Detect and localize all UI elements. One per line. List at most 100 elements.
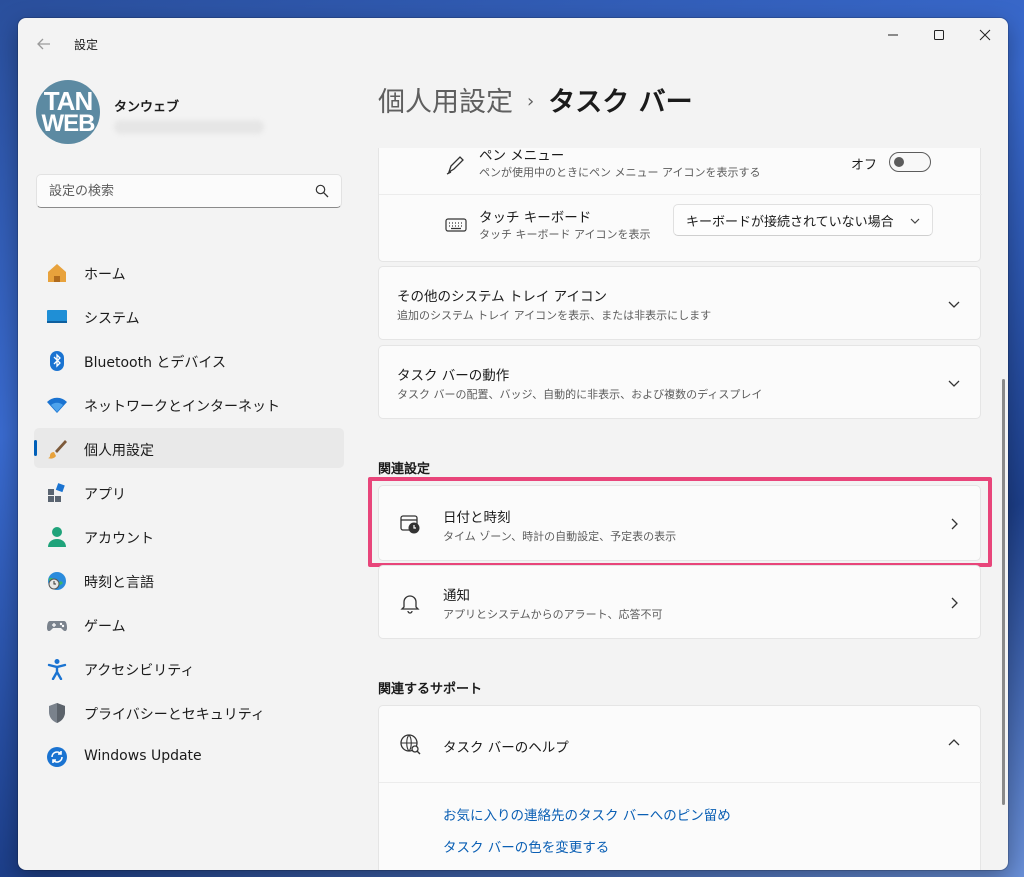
breadcrumb-parent[interactable]: 個人用設定 [378, 87, 513, 118]
close-icon [979, 29, 991, 41]
other-tray-icons-card[interactable]: その他のシステム トレイ アイコン 追加のシステム トレイ アイコンを表示、また… [378, 266, 981, 340]
main-panel: 個人用設定 › タスク バー ペン メニュー ペンが使用中のときにペン メニュー ア… [360, 66, 1008, 870]
sidebar-item-label: ゲーム [84, 619, 126, 635]
gamepad-icon [47, 621, 67, 632]
maximize-button[interactable] [916, 18, 962, 52]
pen-icon [446, 156, 464, 175]
notifications-title: 通知 [443, 588, 470, 604]
search-box[interactable] [36, 174, 342, 208]
update-icon [47, 747, 67, 767]
globe-search-icon [400, 734, 421, 755]
search-input[interactable] [37, 175, 297, 207]
date-time-desc: タイム ゾーン、時計の自動設定、予定表の表示 [443, 530, 677, 543]
avatar: TAN WEB [36, 80, 100, 144]
sidebar-item-apps[interactable]: アプリ [34, 472, 344, 512]
sidebar-item-home[interactable]: ホーム [34, 252, 344, 292]
wifi-icon [47, 397, 67, 413]
notifications-card[interactable]: 通知 アプリとシステムからのアラート、応答不可 [378, 565, 981, 639]
sidebar-item-privacy[interactable]: プライバシーとセキュリティ [34, 692, 344, 732]
maximize-icon [934, 30, 944, 40]
notifications-desc: アプリとシステムからのアラート、応答不可 [443, 608, 663, 621]
sidebar-item-label: アクセシビリティ [84, 663, 195, 679]
chevron-down-icon [910, 218, 920, 224]
calendar-clock-icon [400, 515, 420, 534]
scrollbar[interactable] [1002, 379, 1005, 805]
close-button[interactable] [962, 18, 1008, 52]
settings-content: ペン メニュー ペンが使用中のときにペン メニュー アイコンを表示する オフ タ… [360, 148, 1008, 870]
chevron-right-icon [951, 518, 958, 530]
chevron-up-icon[interactable] [947, 736, 961, 750]
sidebar-item-bluetooth[interactable]: Bluetooth とデバイス [34, 340, 344, 380]
search-icon[interactable] [315, 184, 329, 198]
user-email-blurred [114, 120, 264, 134]
sidebar-item-label: Bluetooth とデバイス [84, 355, 226, 371]
app-title: 設定 [74, 38, 99, 52]
chevron-down-icon[interactable] [947, 376, 961, 390]
help-link-pin-contacts[interactable]: お気に入りの連絡先のタスク バーへのピン留め [443, 804, 731, 824]
pen-menu-title: ペン メニュー [479, 148, 565, 164]
taskbar-help-card: タスク バーのヘルプ お気に入りの連絡先のタスク バーへのピン留め タスク バー… [378, 705, 982, 870]
sidebar: TAN WEB タンウェブ ホーム [18, 66, 360, 870]
sidebar-item-time-language[interactable]: 時刻と言語 [34, 560, 344, 600]
sidebar-item-label: ホーム [84, 267, 126, 283]
pen-menu-toggle[interactable] [889, 152, 931, 172]
date-time-title: 日付と時刻 [443, 510, 511, 526]
minimize-button[interactable] [870, 18, 916, 52]
back-button[interactable] [32, 32, 56, 56]
sidebar-item-network[interactable]: ネットワークとインターネット [34, 384, 344, 424]
sidebar-item-label: アプリ [84, 487, 126, 503]
title-bar: 設定 [18, 18, 1008, 66]
display-icon [47, 310, 67, 323]
touch-keyboard-title: タッチ キーボード [479, 210, 592, 226]
breadcrumb: 個人用設定 › タスク バー [378, 80, 693, 119]
date-time-card[interactable]: 日付と時刻 タイム ゾーン、時計の自動設定、予定表の表示 [378, 485, 981, 561]
sidebar-nav: ホーム システム Bluetooth とデバイス ネットワークとインターネット … [34, 252, 344, 780]
sidebar-item-label: アカウント [84, 531, 154, 547]
breadcrumb-separator: › [527, 91, 535, 112]
sidebar-item-gaming[interactable]: ゲーム [34, 604, 344, 644]
sidebar-item-system[interactable]: システム [34, 296, 344, 336]
related-settings-heading: 関連設定 [378, 462, 431, 477]
sidebar-item-label: 時刻と言語 [84, 575, 154, 591]
sidebar-item-label: Windows Update [84, 748, 202, 764]
sidebar-item-label: プライバシーとセキュリティ [84, 707, 265, 723]
sidebar-item-accessibility[interactable]: アクセシビリティ [34, 648, 344, 688]
brush-icon [48, 440, 67, 459]
pen-menu-toggle-label: オフ [851, 158, 878, 173]
keyboard-icon [445, 218, 467, 232]
sidebar-item-windows-update[interactable]: Windows Update [34, 736, 344, 776]
taskbar-behaviors-desc: タスク バーの配置、バッジ、自動的に非表示、および複数のディスプレイ [397, 388, 763, 401]
bell-icon [400, 595, 420, 614]
taskbar-behaviors-card[interactable]: タスク バーの動作 タスク バーの配置、バッジ、自動的に非表示、および複数のディ… [378, 345, 981, 419]
home-icon [48, 264, 66, 282]
help-link-change-color[interactable]: タスク バーの色を変更する [443, 836, 609, 856]
apps-icon [48, 483, 65, 502]
sidebar-item-personalization[interactable]: 個人用設定 [34, 428, 344, 468]
system-tray-icons-card: ペン メニュー ペンが使用中のときにペン メニュー アイコンを表示する オフ タ… [378, 148, 982, 262]
dropdown-value: キーボードが接続されていない場合 [686, 214, 894, 230]
touch-keyboard-dropdown[interactable]: キーボードが接続されていない場合 [673, 204, 933, 236]
taskbar-help-header[interactable]: タスク バーのヘルプ [379, 706, 982, 782]
sidebar-item-accounts[interactable]: アカウント [34, 516, 344, 556]
row-divider [379, 782, 982, 783]
bluetooth-icon [50, 351, 64, 371]
sidebar-item-label: 個人用設定 [84, 443, 154, 459]
sidebar-item-label: ネットワークとインターネット [84, 399, 280, 415]
chevron-down-icon[interactable] [947, 297, 961, 311]
row-divider [379, 194, 982, 195]
globe-clock-icon [48, 572, 66, 590]
shield-icon [49, 703, 65, 723]
back-arrow-icon [37, 38, 50, 50]
person-icon [48, 527, 66, 547]
avatar-logo-text-bottom: WEB [41, 110, 96, 137]
touch-keyboard-desc: タッチ キーボード アイコンを表示 [479, 228, 651, 241]
user-profile[interactable]: TAN WEB タンウェブ [36, 80, 346, 150]
chevron-right-icon [951, 597, 958, 609]
page-title: タスク バー [548, 87, 693, 118]
taskbar-behaviors-title: タスク バーの動作 [397, 368, 510, 384]
other-tray-desc: 追加のシステム トレイ アイコンを表示、または非表示にします [397, 309, 712, 322]
user-name: タンウェブ [114, 100, 180, 115]
settings-window: 設定 TAN WEB タンウェブ 設定の検索 ホーム システム Bluetoot… [18, 18, 1008, 870]
accessibility-icon [47, 659, 67, 680]
taskbar-help-title: タスク バーのヘルプ [443, 740, 569, 756]
